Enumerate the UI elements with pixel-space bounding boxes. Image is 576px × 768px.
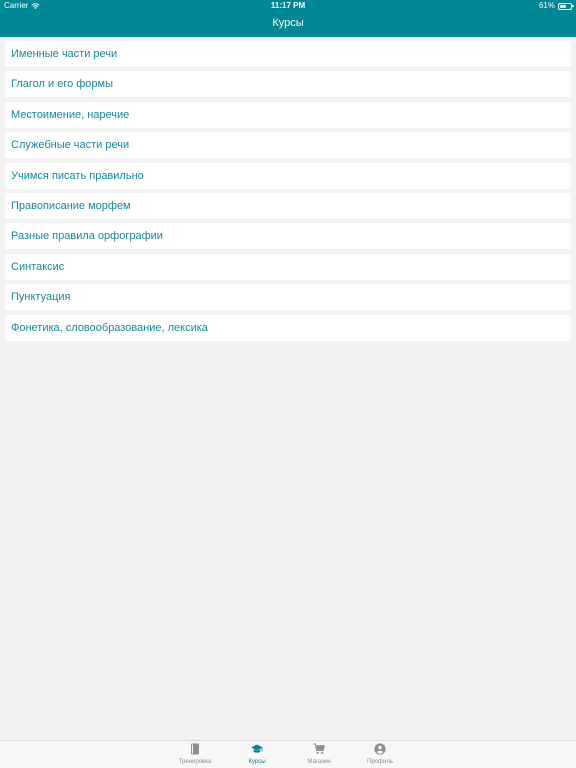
course-item-label: Глагол и его формы: [11, 78, 114, 91]
course-item-orthography-rules[interactable]: Разные правила орфографии: [5, 223, 571, 250]
status-time: 11:17 PM: [270, 1, 306, 10]
course-item-function-words[interactable]: Служебные части речи: [5, 132, 571, 159]
course-item-label: Служебные части речи: [11, 139, 130, 152]
battery-icon: [558, 2, 574, 10]
book-icon: [189, 743, 201, 755]
course-item-label: Разные правила орфографии: [11, 230, 163, 243]
course-item-syntax[interactable]: Синтаксис: [5, 253, 571, 280]
tab-courses-label: Курсы: [248, 759, 266, 765]
page-title: Курсы: [272, 17, 304, 29]
header: Carrier 11:17 PM 61% Курсы: [0, 0, 576, 37]
course-item-nominal-parts[interactable]: Именные части речи: [5, 41, 571, 67]
tab-training[interactable]: Тренировка: [165, 743, 225, 768]
tab-bar: Тренировка Курсы Магазин Профиль: [0, 740, 576, 768]
tab-profile-label: Профиль: [367, 759, 393, 765]
battery-percent: 61%: [538, 1, 555, 10]
profile-icon: [374, 743, 386, 755]
course-item-morpheme-spelling[interactable]: Правописание морфем: [5, 192, 571, 219]
status-bar: Carrier 11:17 PM 61%: [0, 0, 576, 12]
screen: Carrier 11:17 PM 61% Курсы Именные части…: [0, 0, 576, 768]
tab-shop-label: Магазин: [307, 759, 331, 765]
graduation-cap-icon: [251, 743, 263, 755]
course-item-label: Синтаксис: [11, 260, 65, 273]
course-item-label: Учимся писать правильно: [11, 169, 144, 182]
course-item-verb[interactable]: Глагол и его формы: [5, 71, 571, 98]
tab-shop[interactable]: Магазин: [289, 743, 349, 768]
battery-fill: [560, 4, 567, 8]
tab-profile[interactable]: Профиль: [350, 743, 410, 768]
course-item-label: Именные части речи: [11, 48, 118, 60]
status-right: 61%: [538, 0, 574, 12]
course-item-pronoun-adverb[interactable]: Местоимение, наречие: [5, 101, 571, 128]
tab-courses[interactable]: Курсы: [227, 743, 287, 768]
course-item-writing[interactable]: Учимся писать правильно: [5, 162, 571, 189]
course-item-label: Местоимение, наречие: [11, 108, 130, 121]
course-item-label: Правописание морфем: [11, 199, 131, 212]
course-item-label: Фонетика, словообразование, лексика: [11, 321, 208, 334]
battery-tip: [572, 5, 574, 7]
course-list: Именные части речи Глагол и его формы Ме…: [5, 41, 571, 345]
cart-icon: [313, 743, 325, 755]
tab-training-label: Тренировка: [178, 759, 212, 765]
course-item-phonetics[interactable]: Фонетика, словообразование, лексика: [5, 314, 571, 341]
course-item-label: Пунктуация: [11, 291, 71, 304]
course-item-punctuation[interactable]: Пунктуация: [5, 284, 571, 311]
